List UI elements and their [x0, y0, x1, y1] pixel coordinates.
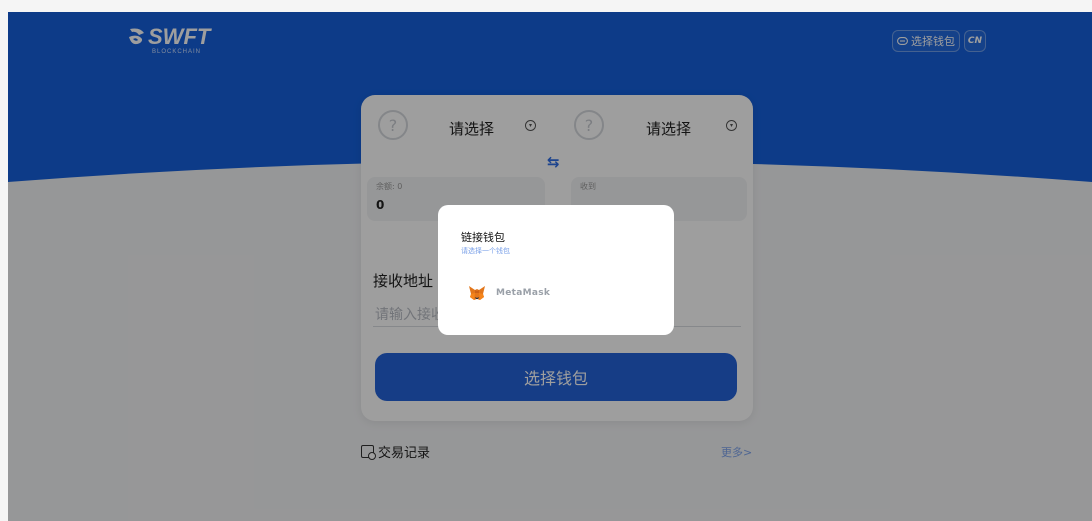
- page: SWFT BLOCKCHAIN 选择钱包 CN ? 请选择 ▾ ? 请选择 ▾ …: [8, 12, 1092, 521]
- wallet-name: MetaMask: [496, 288, 551, 298]
- connect-wallet-modal: 链接钱包 请选择一个钱包 MetaMask: [438, 205, 674, 335]
- metamask-fox-icon: [469, 286, 485, 300]
- modal-subtitle: 请选择一个钱包: [461, 247, 510, 255]
- modal-title: 链接钱包: [461, 231, 505, 244]
- wallet-option-metamask[interactable]: MetaMask: [468, 285, 550, 301]
